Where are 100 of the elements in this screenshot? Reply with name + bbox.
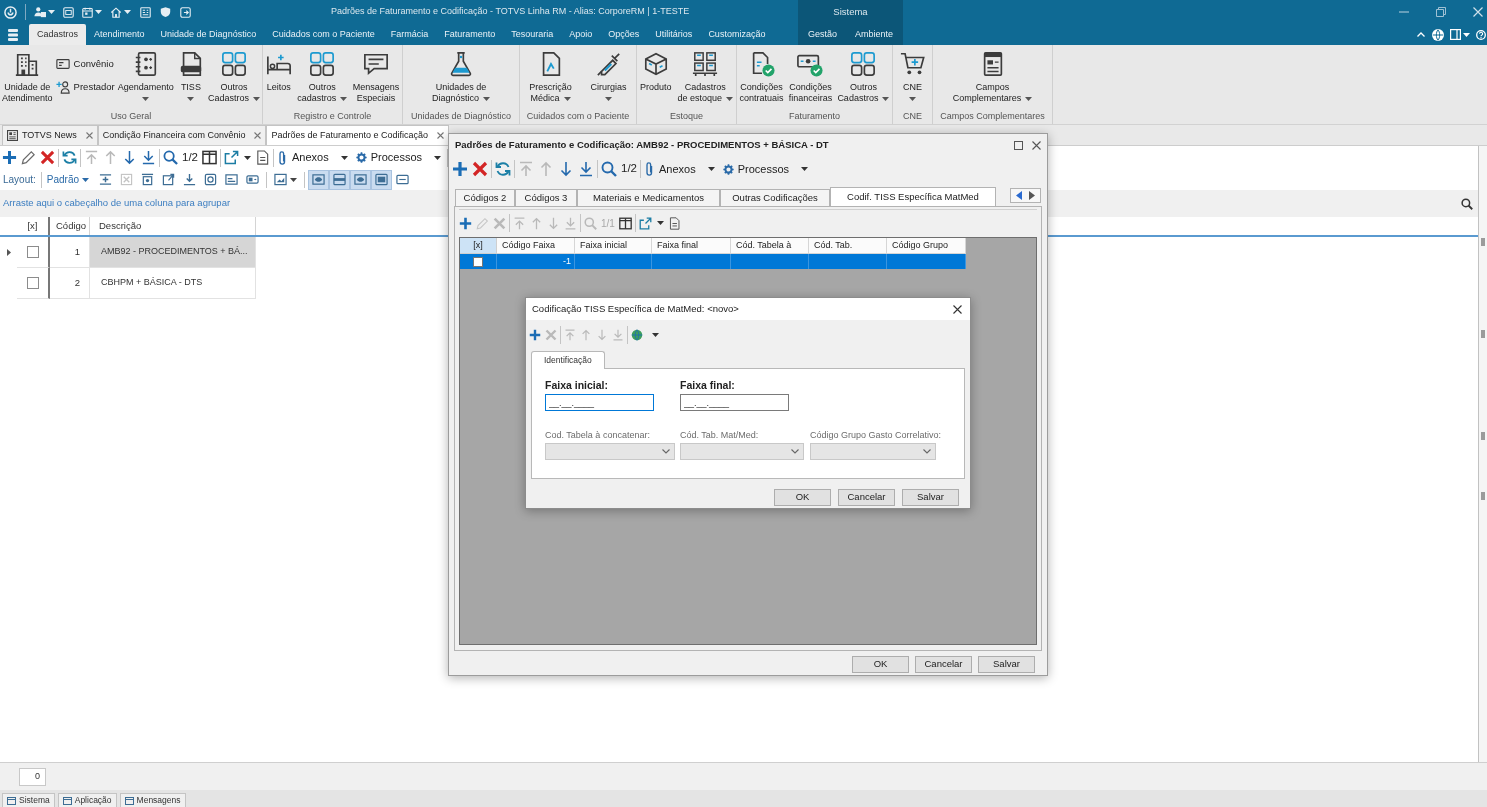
- ribbon-button[interactable]: TISS: [176, 51, 205, 101]
- ribbon-tab[interactable]: Farmácia: [382, 24, 437, 45]
- layout-option-button[interactable]: [371, 169, 393, 190]
- ribbon-button[interactable]: Prestador: [55, 80, 115, 95]
- table-row[interactable]: -1: [460, 254, 966, 269]
- column-header[interactable]: Código: [50, 217, 90, 235]
- plus-icon[interactable]: [529, 329, 541, 341]
- layout-preset-dropdown[interactable]: Padrão: [46, 172, 90, 187]
- ribbon-button[interactable]: Campos Complementares: [951, 51, 1034, 104]
- bottom-tab[interactable]: Sistema: [2, 793, 55, 807]
- caret-down-icon[interactable]: [652, 333, 659, 337]
- dialog-tab[interactable]: Codif. TISS Específica MatMed: [830, 187, 996, 206]
- globe-icon[interactable]: [1432, 28, 1444, 41]
- column-header[interactable]: Código Grupo: [887, 238, 966, 254]
- calendar-icon[interactable]: [82, 6, 93, 18]
- ribbon-tab[interactable]: Cuidados com o Paciente: [264, 24, 383, 45]
- arrow-to-bottom-icon[interactable]: [578, 161, 594, 177]
- ribbon-button[interactable]: Agendamento: [116, 51, 175, 101]
- dialog-tab[interactable]: Códigos 3: [515, 189, 577, 206]
- scroll-left-icon[interactable]: [1016, 191, 1022, 200]
- checkbox[interactable]: [26, 277, 39, 289]
- dialog-button[interactable]: OK: [852, 656, 909, 673]
- ribbon-tab[interactable]: Tesouraria: [503, 24, 562, 45]
- users-icon[interactable]: [34, 6, 46, 18]
- checkbox[interactable]: [473, 256, 483, 267]
- input-field[interactable]: __.__.____: [545, 394, 654, 411]
- column-header[interactable]: Cód. Tab.: [809, 238, 887, 254]
- input-field[interactable]: __.__.____: [680, 394, 789, 411]
- home-icon[interactable]: [110, 6, 122, 18]
- help-icon[interactable]: [1476, 29, 1486, 40]
- refresh-icon[interactable]: [62, 150, 77, 165]
- layout-option-button[interactable]: [308, 169, 330, 190]
- caret-up-icon[interactable]: [1417, 32, 1425, 37]
- arrow-to-bottom-icon[interactable]: [141, 150, 156, 165]
- column-header[interactable]: Cód. Tabela à: [731, 238, 809, 254]
- column-header[interactable]: Faixa final: [652, 238, 731, 254]
- bottom-tab[interactable]: Mensagens: [119, 793, 186, 807]
- layout-option-button[interactable]: [329, 169, 351, 190]
- maximize-icon[interactable]: [1014, 140, 1023, 150]
- restore-icon[interactable]: [1436, 7, 1446, 17]
- processes-menu-button[interactable]: Processos: [720, 159, 811, 179]
- document-tab[interactable]: Condição Financeira com Convênio: [97, 125, 267, 145]
- exit-icon[interactable]: [180, 6, 191, 18]
- layout-option-button[interactable]: [350, 169, 372, 190]
- panel-layout-icon[interactable]: [1450, 29, 1461, 40]
- dialog-tab[interactable]: Outras Codificações: [720, 189, 830, 206]
- document-icon[interactable]: [255, 150, 270, 165]
- ribbon-button[interactable]: Produto: [638, 51, 673, 93]
- calculator-icon[interactable]: [140, 6, 151, 18]
- ribbon-button[interactable]: Leitos: [264, 51, 293, 93]
- export-icon[interactable]: [638, 216, 652, 230]
- ribbon-button[interactable]: Unidade de Atendimento: [1, 51, 54, 104]
- column-header[interactable]: Descrição: [90, 217, 256, 235]
- checkbox[interactable]: [26, 246, 39, 258]
- arrow-down-icon[interactable]: [122, 150, 137, 165]
- search-icon[interactable]: [163, 150, 178, 165]
- close-icon[interactable]: [953, 304, 962, 314]
- caret-down-icon[interactable]: [244, 155, 251, 160]
- search-icon[interactable]: [1461, 197, 1473, 210]
- ribbon-button[interactable]: Condições contratuais: [738, 51, 785, 104]
- globe-icon[interactable]: [631, 329, 643, 341]
- attachments-menu-button[interactable]: Anexos: [277, 147, 350, 168]
- caret-down-icon[interactable]: [1463, 32, 1470, 37]
- ribbon-button[interactable]: Outros Cadastros: [206, 51, 261, 104]
- dialog-button[interactable]: Salvar: [978, 656, 1035, 673]
- caret-down-icon[interactable]: [656, 221, 664, 225]
- document-tab[interactable]: Padrões de Faturamento e Codificação: [266, 125, 449, 145]
- ribbon-tab[interactable]: Faturamento: [436, 24, 504, 45]
- columns-icon[interactable]: [202, 150, 217, 165]
- dialog-tab[interactable]: Códigos 2: [455, 189, 515, 206]
- dialog-tab[interactable]: Materiais e Medicamentos: [577, 189, 720, 206]
- pencil-icon[interactable]: [21, 150, 36, 165]
- circle-logo-icon[interactable]: [4, 5, 17, 19]
- ribbon-button[interactable]: Outros Cadastros: [836, 51, 891, 104]
- ribbon-button[interactable]: Prescrição Médica: [528, 51, 573, 104]
- columns-icon[interactable]: [618, 216, 632, 230]
- column-header[interactable]: Código Faixa: [497, 238, 575, 254]
- ribbon-tab[interactable]: Customização: [700, 24, 774, 45]
- delete-icon[interactable]: [40, 150, 55, 165]
- processes-menu-button[interactable]: Processos: [353, 147, 444, 168]
- bottom-tab[interactable]: Aplicação: [57, 793, 117, 807]
- document-tab[interactable]: TOTVS News: [2, 125, 98, 145]
- delete-icon[interactable]: [472, 161, 488, 177]
- plus-icon[interactable]: [452, 161, 468, 177]
- ribbon-tab[interactable]: Gestão: [799, 24, 847, 45]
- ribbon-button[interactable]: Condições financeiras: [787, 51, 834, 104]
- attachments-menu-button[interactable]: Anexos: [644, 159, 717, 179]
- document-icon[interactable]: [667, 216, 681, 230]
- dialog-button[interactable]: OK: [774, 489, 831, 506]
- ribbon-button[interactable]: CNE: [898, 51, 927, 101]
- ribbon-tab[interactable]: Ambiente: [846, 24, 903, 45]
- ribbon-button[interactable]: Cirurgias: [589, 51, 628, 101]
- ribbon-button[interactable]: Cadastros de estoque: [676, 51, 734, 104]
- dialog-button[interactable]: Cancelar: [915, 656, 972, 673]
- ribbon-tab[interactable]: Apoio: [561, 24, 601, 45]
- column-header[interactable]: Faixa inicial: [575, 238, 652, 254]
- shield-icon[interactable]: [160, 6, 171, 18]
- close-icon[interactable]: [1032, 140, 1041, 150]
- ribbon-tab[interactable]: Cadastros: [29, 24, 87, 45]
- search-icon[interactable]: [601, 161, 617, 177]
